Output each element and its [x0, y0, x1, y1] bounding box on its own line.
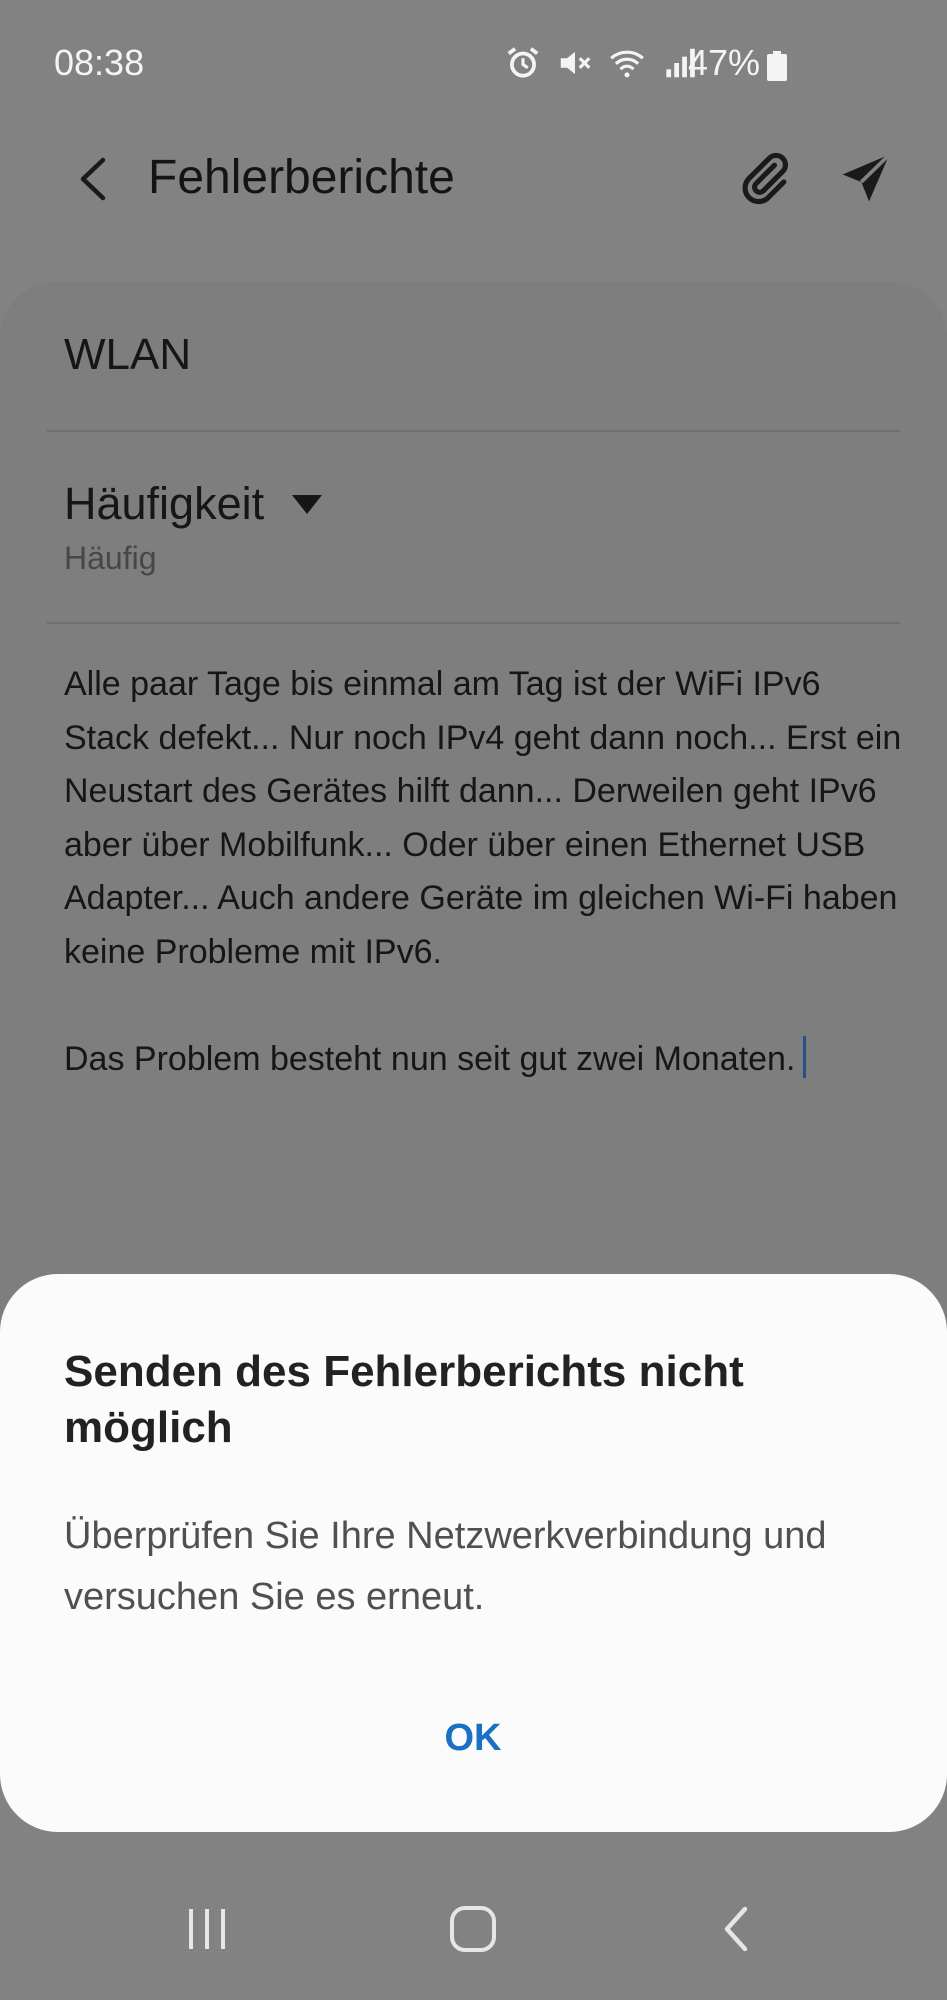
divider [47, 430, 900, 432]
attach-button[interactable] [728, 144, 800, 216]
frequency-value: Häufig [64, 540, 157, 576]
app-bar: Fehlerberichte [0, 126, 947, 236]
home-button[interactable] [428, 1896, 518, 1966]
wifi-icon [608, 44, 646, 91]
frequency-dropdown[interactable]: Häufigkeit [64, 478, 323, 530]
mute-icon [556, 44, 594, 91]
alarm-icon [504, 44, 542, 91]
description-text: Alle paar Tage bis einmal am Tag ist der… [64, 665, 902, 1078]
status-bar: 08:38 47% [0, 0, 947, 126]
status-time: 08:38 [54, 42, 145, 83]
back-button[interactable] [58, 146, 128, 216]
ok-button[interactable]: OK [373, 1698, 573, 1778]
page-title: Fehlerberichte [148, 151, 455, 204]
divider [47, 622, 900, 624]
paperclip-icon [736, 150, 792, 211]
status-icons [504, 44, 698, 91]
navigation-bar [0, 1862, 947, 2000]
topic-field[interactable]: WLAN [64, 330, 191, 380]
dialog-title: Senden des Fehlerberichts nicht möglich [64, 1347, 744, 1452]
send-icon [838, 150, 894, 211]
error-dialog: Senden des Fehlerberichts nicht möglich … [0, 1274, 947, 1832]
battery-icon [766, 48, 788, 81]
recent-apps-button[interactable] [162, 1896, 252, 1966]
back-arrow-icon [75, 156, 111, 207]
frequency-label: Häufigkeit [64, 478, 265, 529]
battery-percent: 47% [688, 42, 761, 83]
nav-back-button[interactable] [692, 1896, 782, 1966]
description-textarea[interactable]: Alle paar Tage bis einmal am Tag ist der… [64, 658, 904, 1086]
home-icon [448, 1904, 498, 1959]
recent-apps-icon [184, 1906, 230, 1957]
send-button[interactable] [830, 144, 902, 216]
text-cursor [803, 1035, 807, 1078]
dialog-message: Überprüfen Sie Ihre Netzwerkverbindung u… [64, 1515, 827, 1618]
back-icon [719, 1904, 755, 1959]
dropdown-arrow-icon [292, 494, 323, 514]
